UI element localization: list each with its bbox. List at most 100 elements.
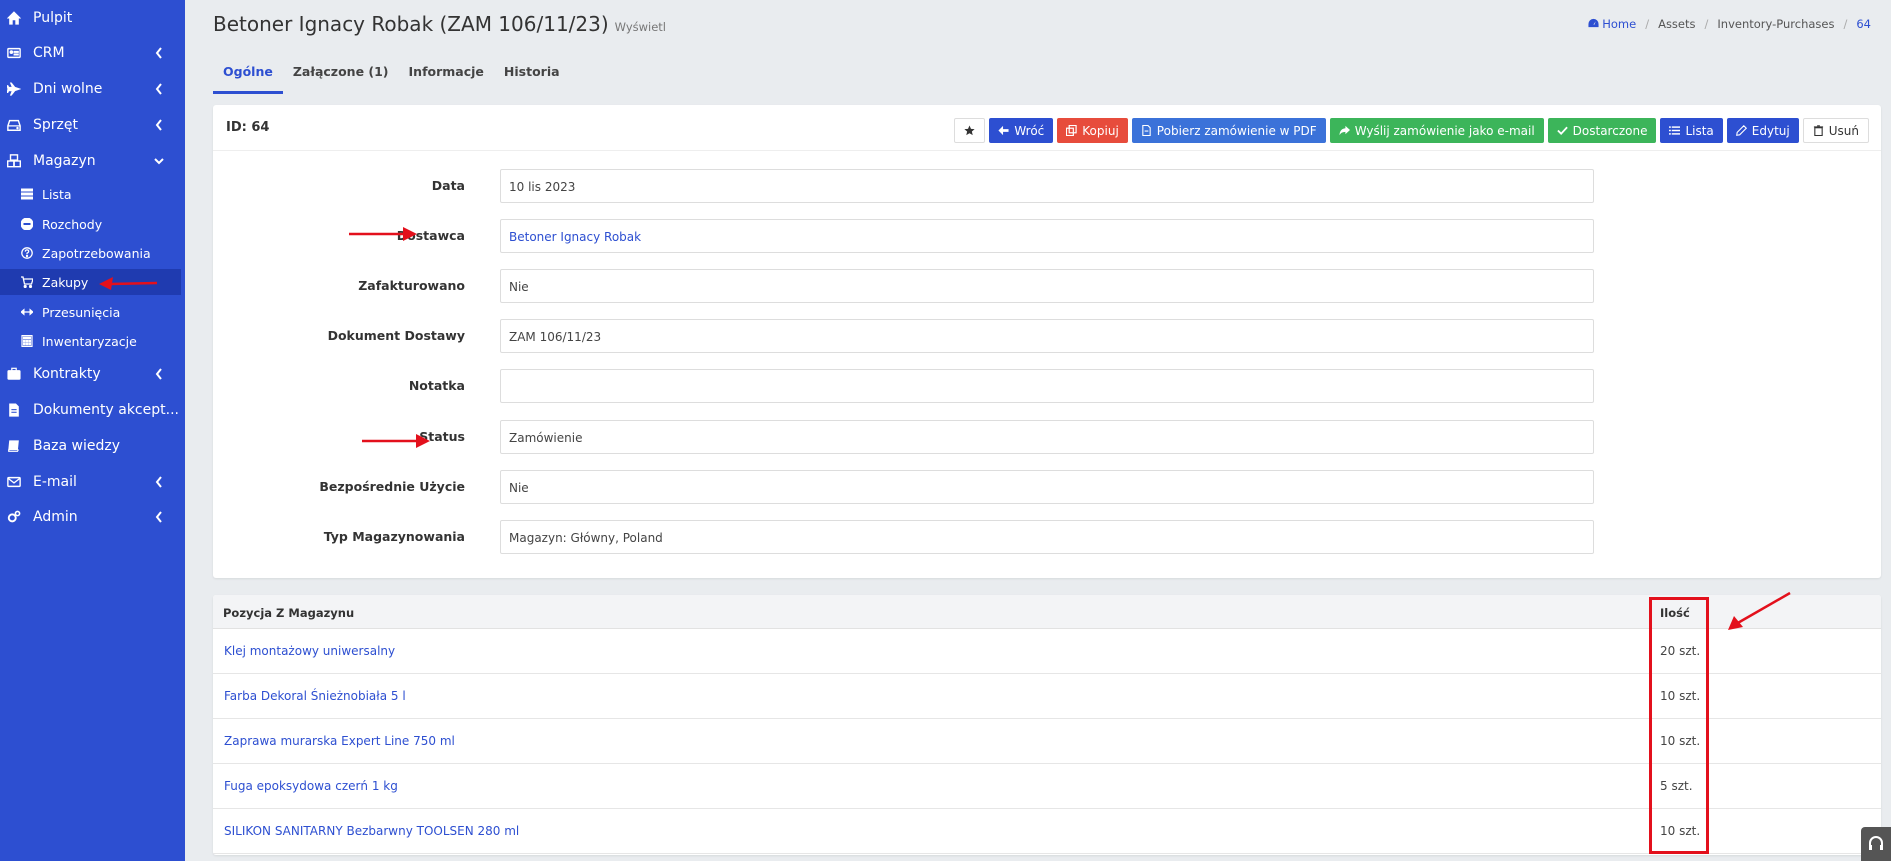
breadcrumb-separator: / [1843, 17, 1848, 31]
question-circle-icon [20, 246, 34, 260]
sidebar-item-label: Magazyn [33, 153, 96, 169]
field-bezposrednie-uzycie: Bezpośrednie Użycie Nie [213, 470, 1881, 504]
field-dostawca: Dostawca Betoner Ignacy Robak [213, 219, 1881, 253]
delete-button[interactable]: Usuń [1802, 118, 1869, 143]
field-label: Bezpośrednie Użycie [319, 479, 465, 494]
annotation-box-quantity [1649, 597, 1709, 854]
cubes-icon [6, 153, 22, 169]
breadcrumb-assets[interactable]: Assets [1658, 17, 1695, 31]
sidebar-subitem-inwentaryzacje[interactable]: Inwentaryzacje [0, 328, 181, 354]
chevron-left-icon [154, 510, 164, 524]
supplier-link[interactable]: Betoner Ignacy Robak [500, 219, 1594, 253]
field-label: Typ Magazynowania [323, 529, 465, 544]
breadcrumb: Home / Assets / Inventory-Purchases / 64 [1588, 17, 1871, 31]
sidebar-item-label: Sprzęt [33, 117, 78, 133]
chevron-left-icon [154, 82, 164, 96]
item-link[interactable]: Farba Dekoral Śnieżnobiała 5 l [224, 689, 406, 703]
sidebar-subitem-lista[interactable]: Lista [0, 181, 181, 207]
sidebar-item-magazyn[interactable]: Magazyn [0, 144, 185, 178]
annotation-arrow-quantity [1728, 591, 1791, 630]
field-status: Status Zamówienie [213, 420, 1881, 454]
page-title-text: Betoner Ignacy Robak (ZAM 106/11/23) [213, 12, 609, 36]
share-icon [1339, 125, 1350, 136]
sidebar-subitem-label: Rozchody [42, 216, 103, 232]
sidebar-item-crm[interactable]: CRM [0, 36, 185, 70]
chevron-down-icon [154, 154, 164, 168]
field-dokument-dostawy: Dokument Dostawy ZAM 106/11/23 [213, 319, 1881, 353]
download-pdf-button[interactable]: Pobierz zamówienie w PDF [1131, 118, 1326, 143]
breadcrumb-current: 64 [1856, 17, 1871, 31]
copy-icon [1066, 125, 1077, 136]
sidebar-subitem-zapotrzebowania[interactable]: Zapotrzebowania [0, 240, 181, 266]
tab-informacje[interactable]: Informacje [399, 58, 494, 94]
send-email-button[interactable]: Wyślij zamówienie jako e-mail [1329, 118, 1544, 143]
card-header: ID: 64 Wróć Kopiuj Pobierz zamówienie w … [213, 105, 1881, 151]
sidebar-item-kontrakty[interactable]: Kontrakty [0, 357, 185, 391]
sidebar-item-dni-wolne[interactable]: Dni wolne [0, 72, 185, 106]
field-value [500, 369, 1594, 403]
hdd-icon [6, 117, 22, 133]
briefcase-icon [6, 366, 22, 382]
tab-ogolne[interactable]: Ogólne [213, 58, 283, 94]
envelope-icon [6, 474, 22, 490]
record-id: ID: 64 [226, 120, 270, 135]
item-link[interactable]: Klej montażowy uniwersalny [224, 644, 395, 658]
chevron-left-icon [154, 367, 164, 381]
tabs: Ogólne Załączone (1) Informacje Historia [213, 58, 570, 94]
annotation-arrow-zakupy [99, 277, 158, 290]
field-data: Data 10 lis 2023 [213, 169, 1881, 203]
tab-zalaczone[interactable]: Załączone (1) [283, 58, 399, 94]
edit-button-label: Edytuj [1751, 123, 1790, 138]
item-link[interactable]: Fuga epoksydowa czerń 1 kg [224, 779, 398, 793]
item-link[interactable]: Zaprawa murarska Expert Line 750 ml [224, 734, 455, 748]
field-value: Nie [500, 269, 1594, 303]
sidebar-item-admin[interactable]: Admin [0, 500, 185, 534]
copy-button[interactable]: Kopiuj [1057, 118, 1128, 143]
list-icon [1669, 126, 1681, 135]
field-label: Dokument Dostawy [327, 328, 465, 343]
items-table: Pozycja Z Magazynu Ilość Klej montażowy … [213, 595, 1881, 855]
field-value: ZAM 106/11/23 [500, 319, 1594, 353]
copy-button-label: Kopiuj [1082, 123, 1119, 138]
chevron-left-icon [154, 475, 164, 489]
sidebar-item-label: Baza wiedzy [33, 438, 121, 454]
table-header: Pozycja Z Magazynu Ilość [213, 595, 1881, 629]
field-value: Magazyn: Główny, Poland [500, 520, 1594, 554]
favorite-button[interactable] [954, 118, 986, 143]
pencil-icon [1735, 125, 1747, 136]
plane-icon [6, 81, 22, 97]
help-chat-button[interactable] [1861, 827, 1891, 861]
sidebar-item-pulpit[interactable]: Pulpit [0, 1, 185, 35]
sidebar-subitem-przesuniecia[interactable]: Przesunięcia [0, 299, 181, 325]
home-icon [6, 10, 22, 26]
sidebar-item-label: Dni wolne [33, 81, 103, 97]
table-row: SILIKON SANITARNY Bezbarwny TOOLSEN 280 … [213, 809, 1881, 854]
delivered-button[interactable]: Dostarczone [1547, 118, 1657, 143]
chevron-left-icon [154, 46, 164, 60]
sidebar-item-sprzet[interactable]: Sprzęt [0, 108, 185, 142]
list-button-label: Lista [1685, 123, 1714, 138]
sidebar-item-label: Pulpit [33, 10, 73, 26]
tab-historia[interactable]: Historia [494, 58, 570, 94]
item-link[interactable]: SILIKON SANITARNY Bezbarwny TOOLSEN 280 … [224, 824, 519, 838]
sidebar-subitem-label: Przesunięcia [42, 304, 121, 320]
cogs-icon [6, 509, 22, 525]
sidebar-item-email[interactable]: E-mail [0, 465, 185, 499]
sidebar-item-label: E-mail [33, 474, 77, 490]
breadcrumb-home[interactable]: Home [1588, 17, 1636, 31]
download-pdf-button-label: Pobierz zamówienie w PDF [1156, 123, 1317, 138]
sidebar-item-baza-wiedzy[interactable]: Baza wiedzy [0, 429, 185, 463]
page-title: Betoner Ignacy Robak (ZAM 106/11/23) Wyśw… [213, 12, 666, 36]
sidebar-item-dokumenty[interactable]: Dokumenty akcept... [0, 393, 185, 427]
minus-circle-icon [20, 217, 34, 231]
back-button[interactable]: Wróć [989, 118, 1054, 143]
field-label: Data [431, 178, 465, 193]
edit-button[interactable]: Edytuj [1726, 118, 1799, 143]
sidebar-subitem-label: Lista [42, 186, 72, 202]
list-button[interactable]: Lista [1660, 118, 1723, 143]
column-header-item[interactable]: Pozycja Z Magazynu [223, 606, 354, 620]
sidebar-subitem-rozchody[interactable]: Rozchody [0, 211, 181, 237]
breadcrumb-inventory-purchases[interactable]: Inventory-Purchases [1717, 17, 1834, 31]
field-notatka: Notatka [213, 369, 1881, 403]
id-card-icon [6, 45, 22, 61]
